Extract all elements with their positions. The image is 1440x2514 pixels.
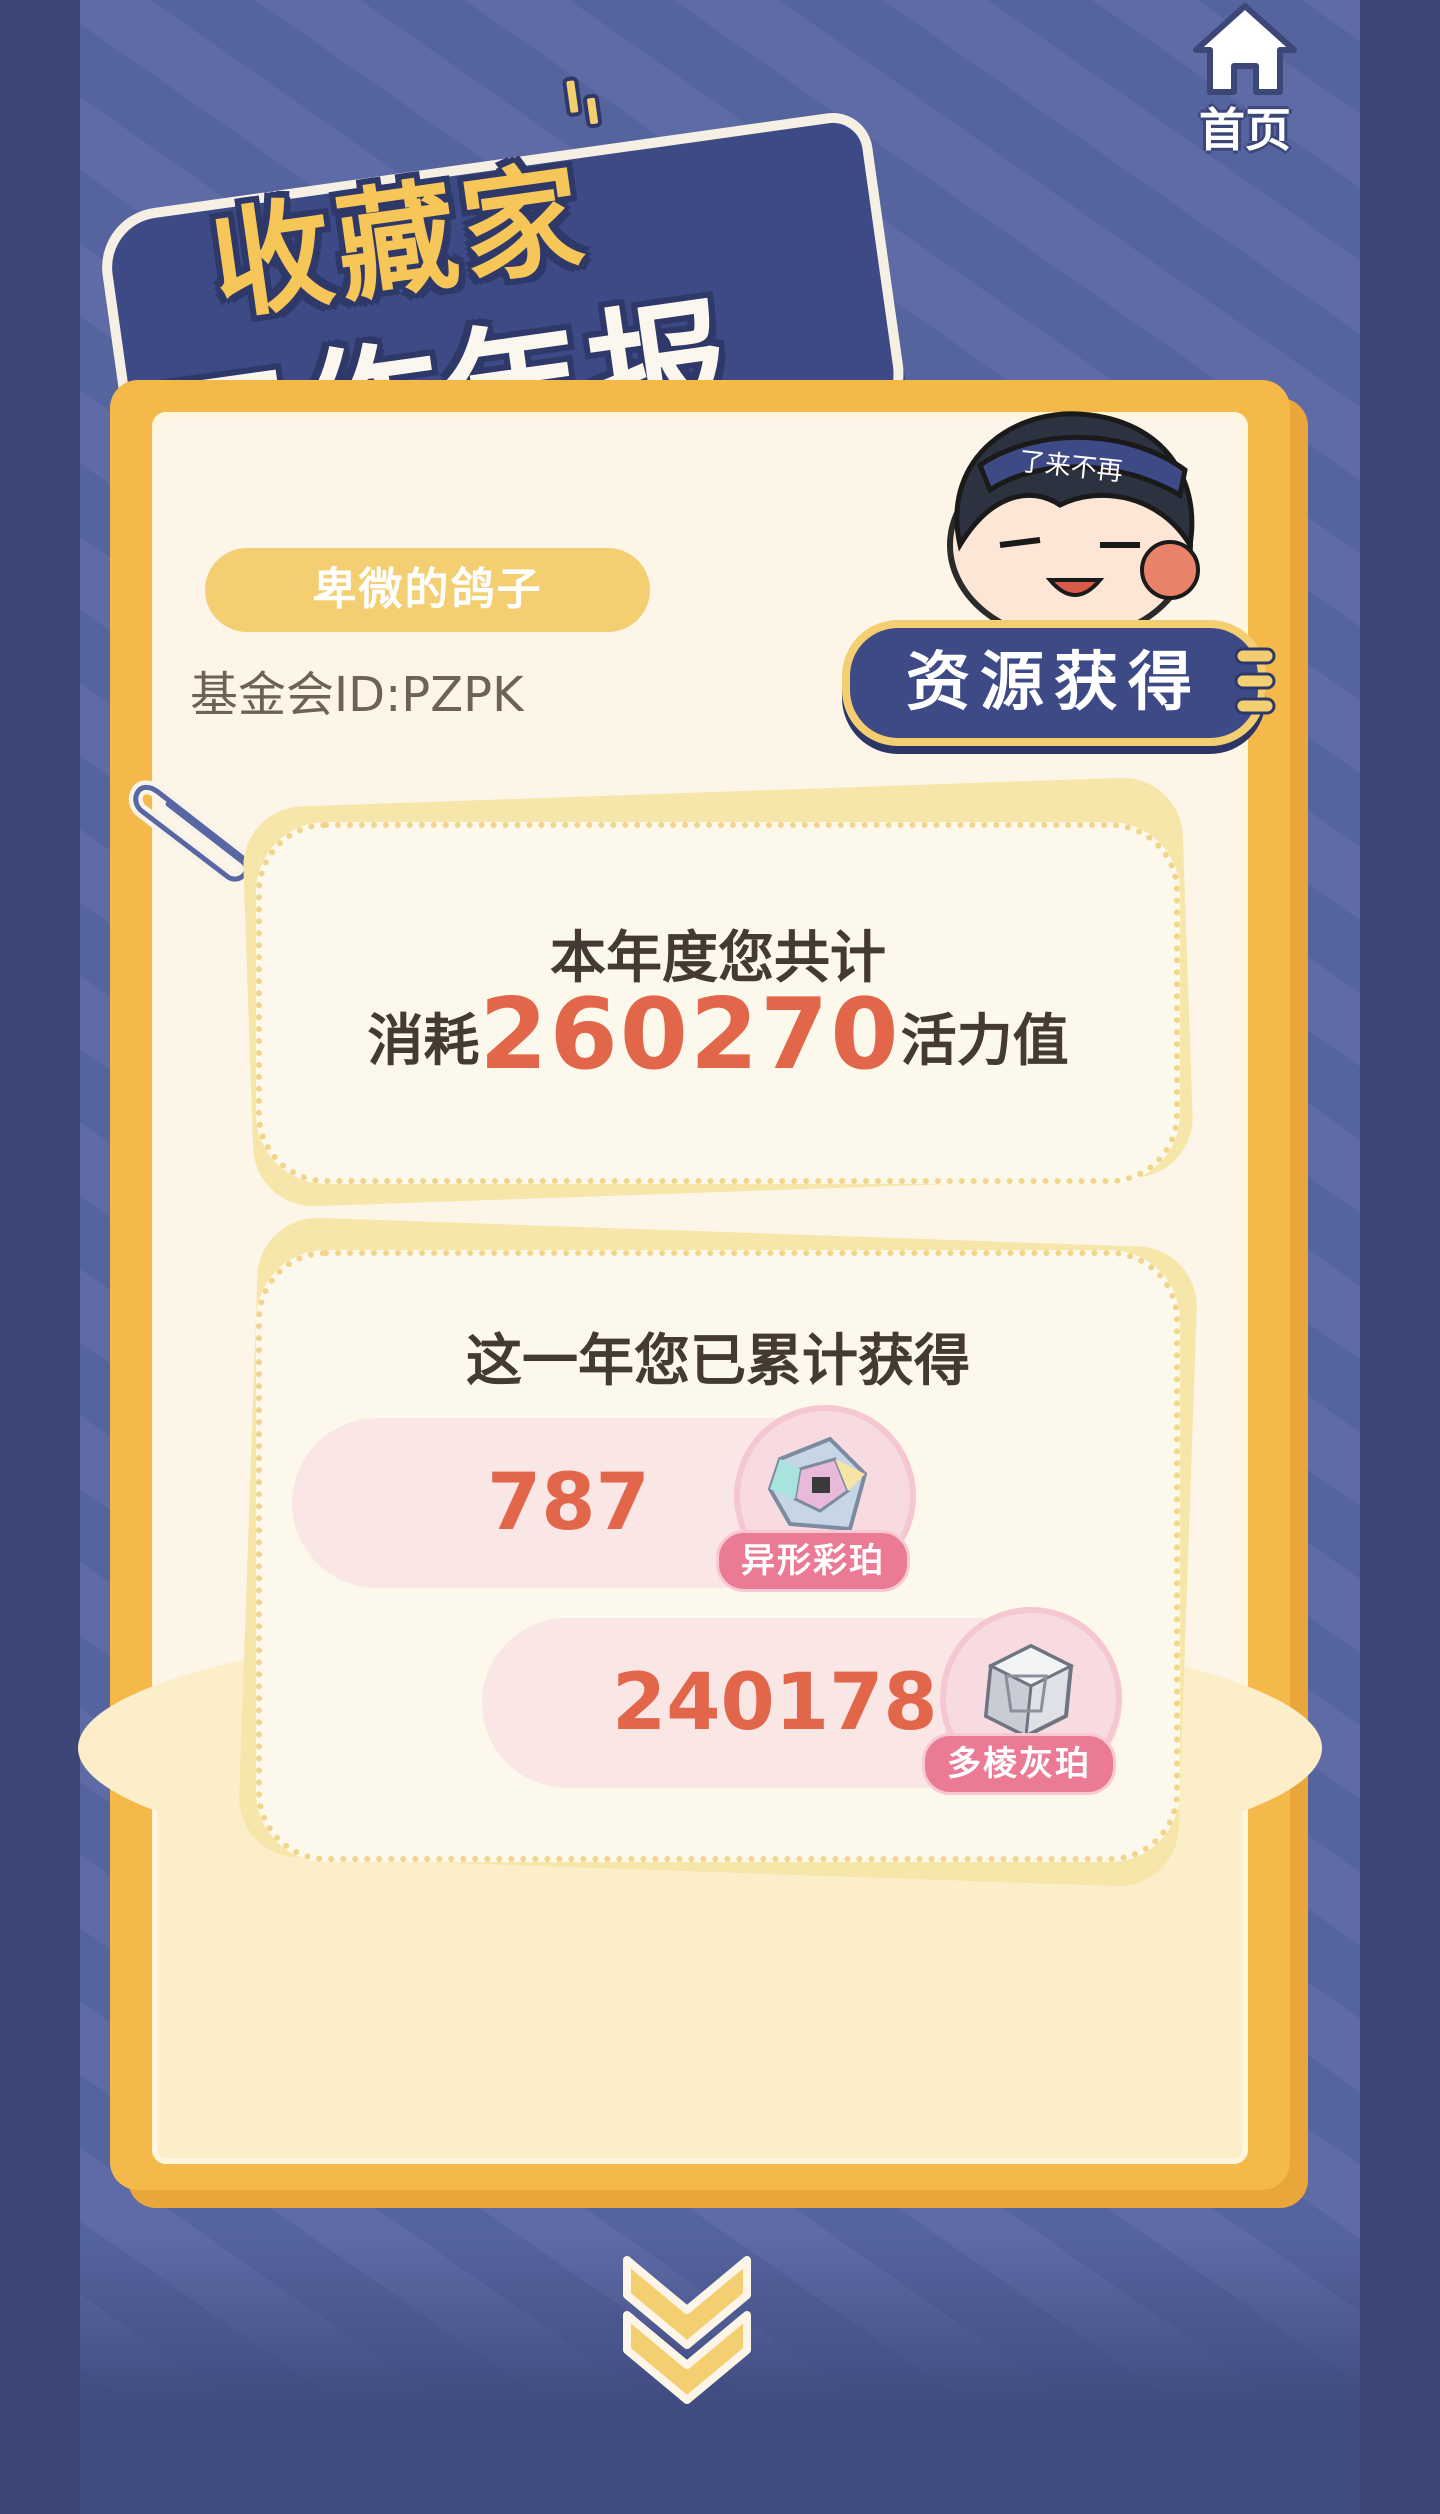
resource-value: 240178 bbox=[612, 1658, 938, 1748]
consumption-line-2: 消耗260270活力值 bbox=[262, 978, 1174, 1092]
badge-stripes-icon bbox=[1234, 647, 1276, 715]
character-avatar-icon: 了来不再 bbox=[947, 411, 1200, 635]
resource-label: 异形彩珀 bbox=[716, 1530, 910, 1592]
consumption-suffix: 活力值 bbox=[900, 1009, 1069, 1074]
home-icon bbox=[1193, 3, 1297, 95]
scroll-down-button[interactable] bbox=[602, 2240, 772, 2410]
right-background-strip bbox=[1360, 0, 1440, 2514]
resource-value: 787 bbox=[487, 1458, 650, 1548]
gains-title: 这一年您已累计获得 bbox=[466, 1329, 970, 1394]
consumption-value: 260270 bbox=[479, 978, 901, 1092]
home-label: 首页 bbox=[1199, 103, 1291, 157]
left-background-strip bbox=[0, 0, 80, 2514]
home-button[interactable]: 首页 bbox=[1180, 0, 1310, 160]
consumption-prefix: 消耗 bbox=[367, 1009, 480, 1074]
consumption-box: 本年度您共计 消耗260270活力值 bbox=[256, 822, 1180, 1184]
resource-badge: 资源获得 bbox=[842, 620, 1266, 746]
foundation-id: 基金会ID:PZPK bbox=[190, 667, 524, 723]
username-pill: 卑微的鸽子 bbox=[205, 548, 650, 632]
resource-label: 多棱灰珀 bbox=[922, 1733, 1116, 1795]
